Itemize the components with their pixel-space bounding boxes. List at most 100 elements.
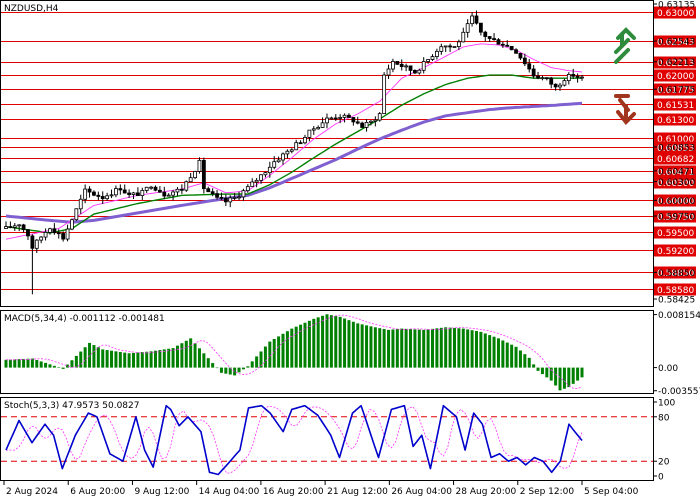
macd-bar [17, 359, 21, 368]
macd-axis-ticks: 0.008154 0.00 -0.003557 [653, 311, 700, 397]
macd-bar [153, 350, 157, 368]
candle-body [114, 188, 118, 196]
candle-body [377, 113, 382, 121]
candle-body [575, 75, 580, 78]
candle-body [369, 120, 373, 123]
candle-body [509, 45, 514, 51]
candle-body [333, 117, 338, 120]
time-tick-label: 9 Aug 12:00 [134, 487, 189, 497]
macd-bar [88, 342, 92, 368]
price-tick-label: 0.63135 [658, 1, 695, 11]
candle-body [193, 171, 197, 179]
candle-body [78, 198, 83, 210]
stoch-pane: 100 80 20 0 Stoch(5,3,3) 47.9573 50.0827 [0, 397, 675, 483]
macd-bar [448, 327, 452, 368]
macd-bar [127, 353, 131, 368]
price-label-text: 0.59200 [657, 247, 694, 257]
candle-body [408, 65, 413, 71]
macd-bar [334, 316, 338, 368]
candle-body [65, 228, 70, 240]
candle-body [17, 224, 22, 227]
macd-bar [356, 323, 360, 368]
candle-body [487, 36, 492, 39]
macd-bar [562, 367, 566, 389]
candle-body [518, 52, 523, 59]
candle-body [48, 228, 52, 233]
candle-body [223, 197, 228, 203]
candle-body [197, 159, 202, 172]
price-tick-label: 0.58850 [658, 269, 695, 279]
price-label-text: 0.62000 [657, 72, 694, 82]
macd-bar [167, 348, 171, 368]
time-tick-label: 6 Aug 20:00 [70, 487, 125, 497]
candle-body [421, 61, 426, 71]
macd-bar [545, 367, 549, 378]
macd-bar [404, 328, 408, 368]
macd-pane: 0.008154 0.00 -0.003557 MACD(5,34,4) -0.00… [0, 310, 700, 397]
candle-body [347, 114, 351, 118]
macd-bar [35, 359, 39, 368]
price-label-text: 0.61300 [657, 116, 694, 126]
macd-bar [26, 358, 30, 368]
candle-body [127, 192, 132, 195]
macd-bar [395, 329, 399, 368]
candle-body [157, 189, 162, 193]
macd-bar [206, 358, 210, 368]
candle-body [443, 45, 448, 48]
candle-body [4, 226, 8, 229]
candle-body [162, 191, 167, 197]
candle-body [184, 181, 189, 191]
price-tick-label: 0.58425 [658, 296, 695, 306]
candle [395, 61, 400, 65]
candle-body [92, 191, 96, 196]
macd-bar [540, 367, 544, 375]
candle-body [118, 188, 123, 191]
macd-bar [501, 340, 505, 368]
macd-bar [219, 367, 223, 373]
candle-body [527, 63, 532, 70]
macd-bar [571, 367, 575, 384]
candle-body [153, 186, 158, 191]
candle-body [210, 191, 215, 194]
macd-bar [263, 346, 267, 368]
price-label-text: 0.63000 [657, 9, 694, 19]
candle [70, 218, 74, 231]
macd-bar [391, 329, 395, 368]
candle-body [325, 117, 329, 124]
candle-body [131, 192, 136, 195]
candle-body [43, 232, 48, 238]
candle-body [250, 181, 255, 188]
price-label: 0.62000 [654, 69, 696, 82]
candle-body [452, 46, 457, 48]
macd-bar [523, 354, 527, 368]
time-tick-label: 2 Aug 2024 [6, 487, 58, 497]
candle-body [342, 114, 347, 118]
macd-bar [132, 352, 136, 368]
candle-body [285, 150, 290, 155]
macd-bar [431, 328, 435, 368]
macd-bar [316, 317, 320, 368]
candle-body [52, 228, 57, 234]
macd-bar [532, 364, 536, 368]
candle-body [456, 41, 461, 47]
macd-bar [369, 326, 373, 368]
candle-body [430, 56, 435, 60]
macd-bar [527, 357, 531, 368]
candle-body [571, 73, 576, 77]
macd-bar [483, 333, 487, 368]
macd-bar [149, 351, 153, 368]
macd-bar [351, 321, 355, 368]
macd-bar [378, 328, 382, 368]
macd-bar [307, 320, 311, 368]
macd-bar [162, 349, 166, 368]
macd-bar [435, 328, 439, 368]
macd-bar [514, 346, 518, 368]
candle-body [478, 22, 483, 33]
candle-body [338, 117, 343, 119]
candle-body [237, 196, 241, 199]
candle-body [105, 195, 110, 200]
macd-bar [246, 366, 250, 368]
macd-bar [444, 327, 448, 368]
macd-bar [158, 350, 162, 368]
price-tick-label: 0.61775 [658, 86, 695, 96]
